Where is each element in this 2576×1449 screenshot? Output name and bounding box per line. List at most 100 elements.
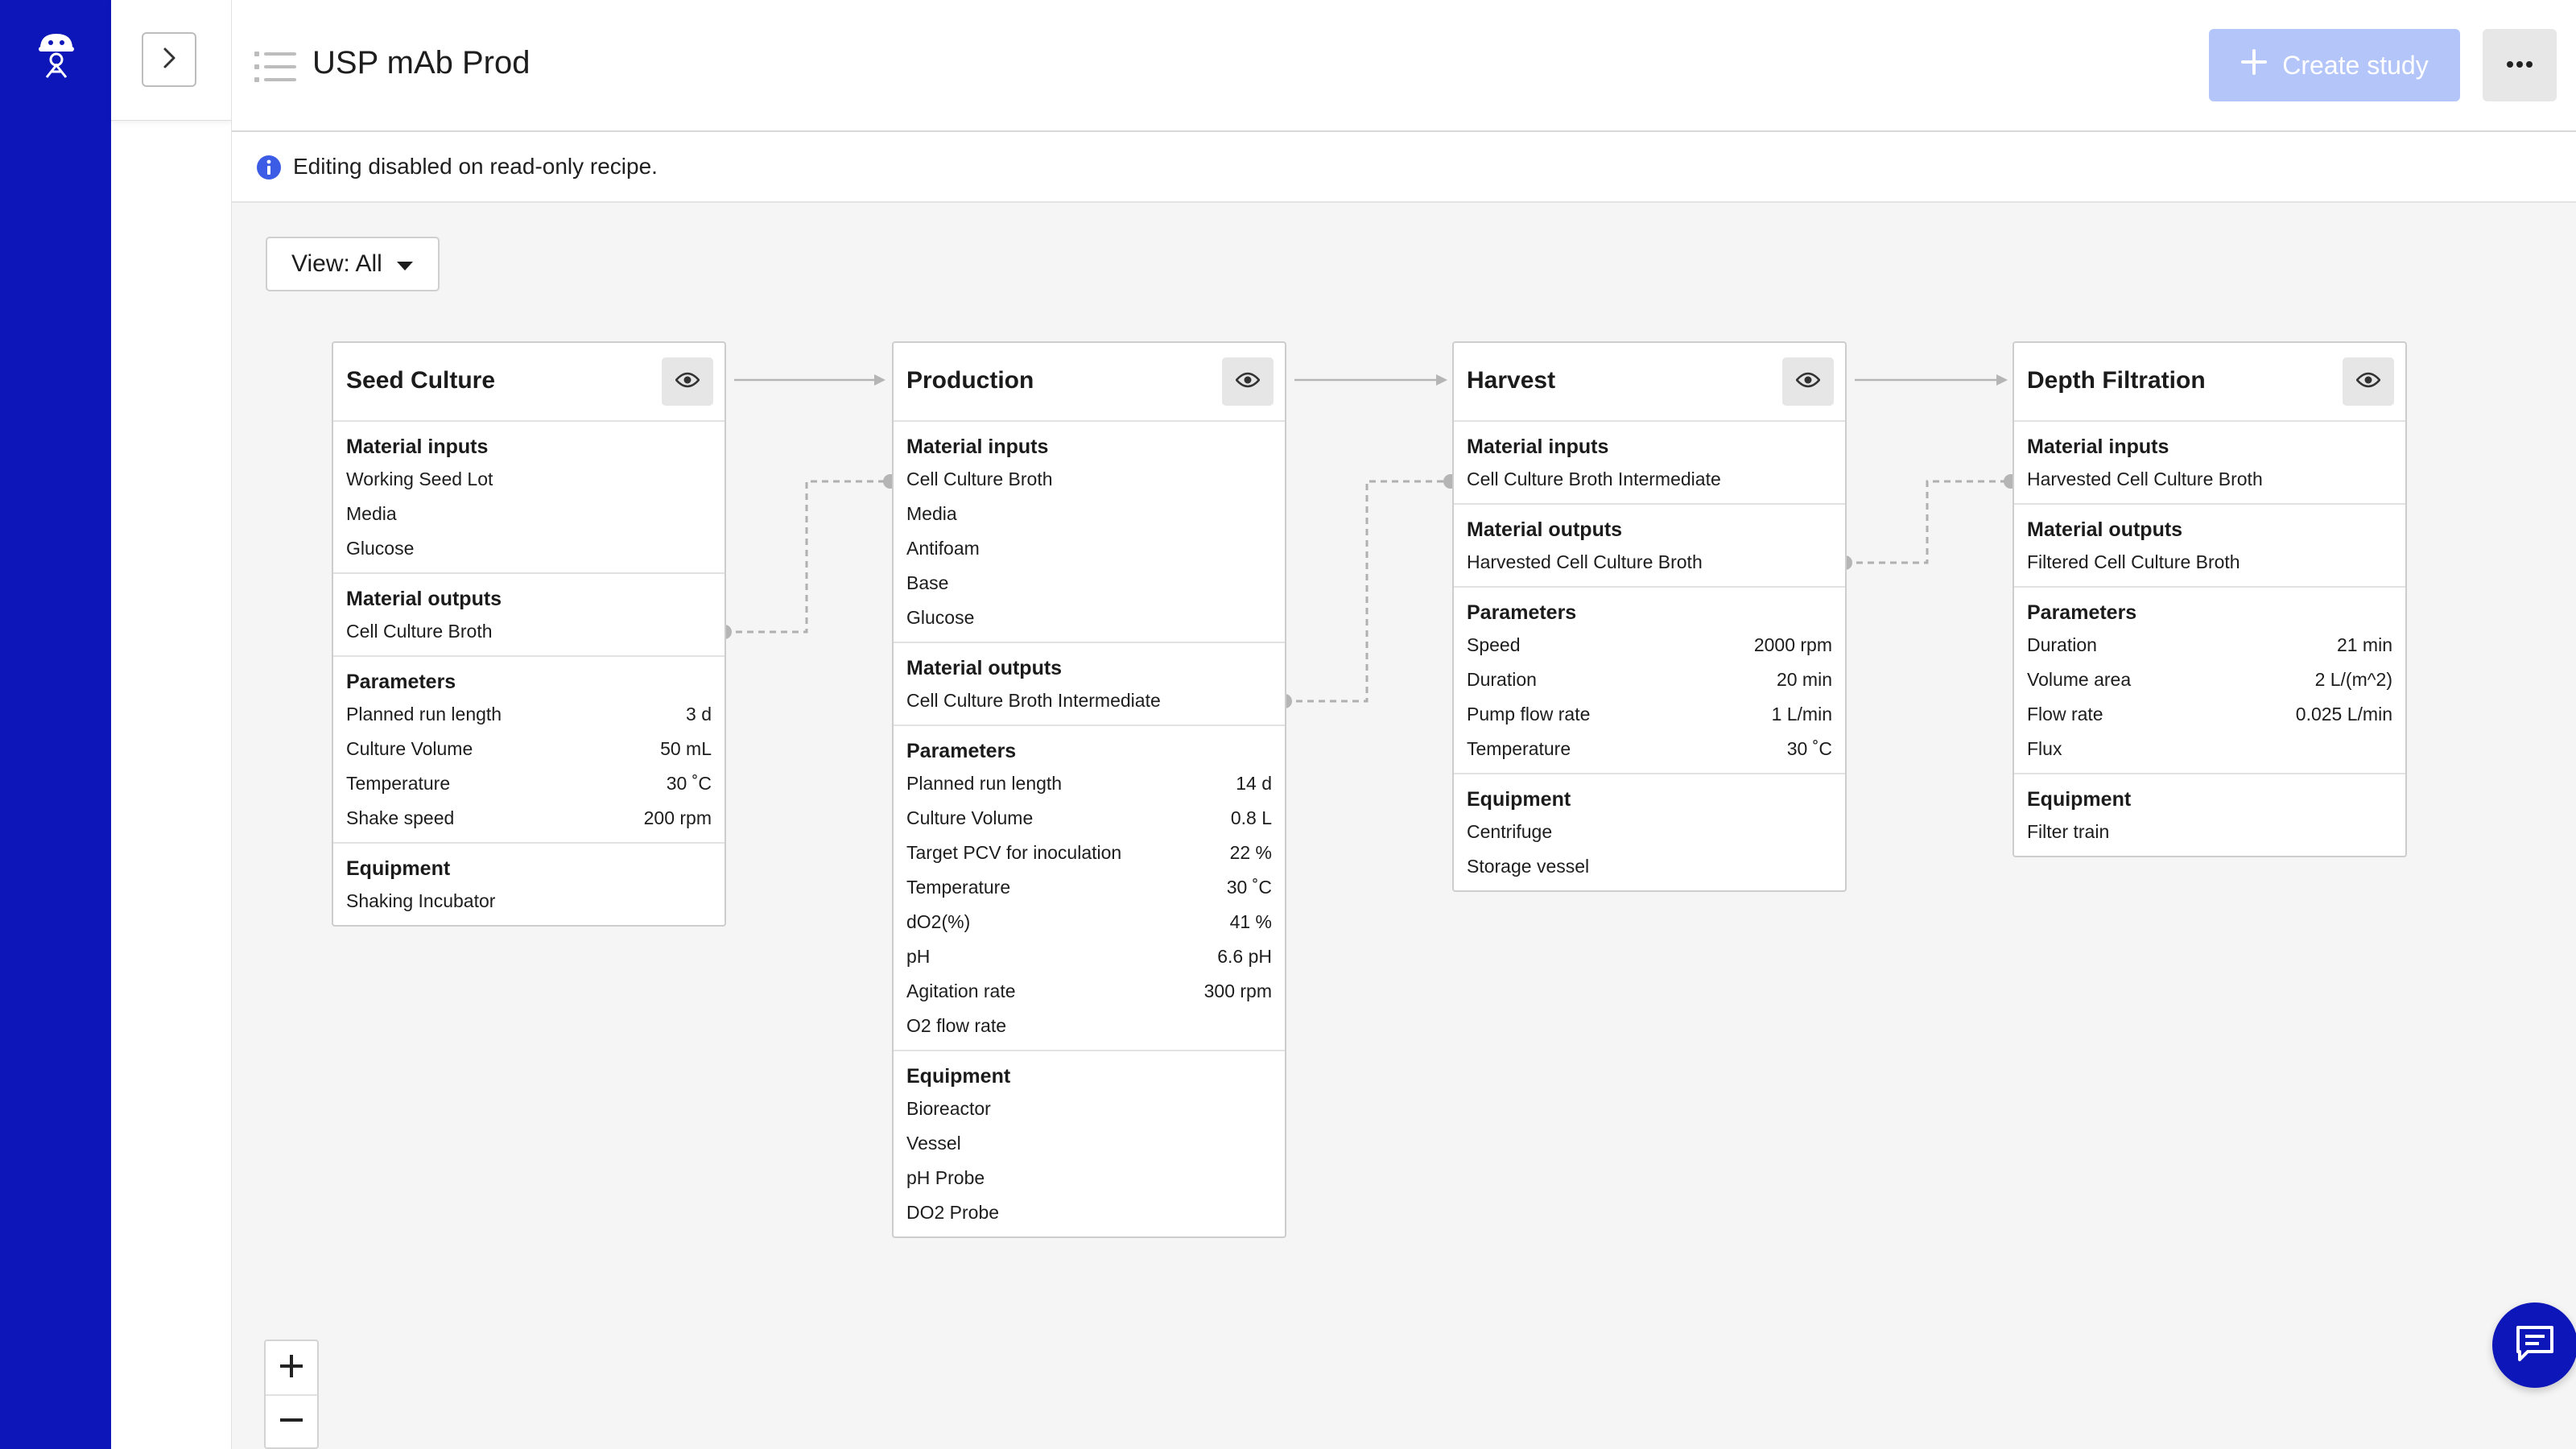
- toggle-visibility-button[interactable]: [662, 357, 713, 406]
- row-label: Duration: [1467, 669, 1537, 690]
- list-item: Media: [906, 497, 1272, 531]
- list-item: Temperature 30 ˚C: [1467, 732, 1832, 766]
- section-title: Equipment: [2027, 788, 2132, 811]
- list-item: Agitation rate 300 rpm: [906, 974, 1272, 1009]
- row-label: DO2 Probe: [906, 1202, 1000, 1223]
- row-label: Flow rate: [2027, 704, 2103, 724]
- toggle-visibility-button[interactable]: [2343, 357, 2394, 406]
- row-label: Harvested Cell Culture Broth: [1467, 551, 1703, 572]
- eye-icon: [1795, 372, 1821, 392]
- card-header: Production: [894, 343, 1285, 422]
- list-icon[interactable]: [254, 50, 296, 84]
- row-label: Volume area: [2027, 669, 2132, 690]
- toggle-visibility-button[interactable]: [1222, 357, 1274, 406]
- row-label: Culture Volume: [906, 807, 1034, 828]
- read-only-banner: Editing disabled on read-only recipe.: [232, 132, 2576, 203]
- row-label: Glucose: [346, 538, 415, 559]
- row-value: 200 rpm: [643, 807, 712, 828]
- row-label: Cell Culture Broth: [346, 621, 493, 642]
- list-item: Cell Culture Broth Intermediate: [906, 683, 1272, 718]
- section-equipment: Equipment Shaking Incubator: [333, 844, 724, 925]
- section-material-outputs: Material outputs Filtered Cell Culture B…: [2014, 505, 2405, 588]
- list-item: Target PCV for inoculation 22 %: [906, 836, 1272, 870]
- section-equipment: Equipment Centrifuge Storage vessel: [1454, 774, 1845, 890]
- plus-icon: [279, 1353, 304, 1383]
- row-value: 30 ˚C: [666, 773, 712, 794]
- row-value: 41 %: [1229, 911, 1272, 932]
- section-title: Material outputs: [2027, 518, 2183, 541]
- list-item: Working Seed Lot: [346, 462, 712, 497]
- list-item: Centrifuge: [1467, 815, 1832, 849]
- card-title: Seed Culture: [346, 367, 496, 394]
- minus-icon: [279, 1407, 304, 1437]
- list-item: pH Probe: [906, 1161, 1272, 1195]
- row-value: 3 d: [686, 704, 712, 724]
- card-header: Depth Filtration: [2014, 343, 2405, 422]
- create-study-button[interactable]: Create study: [2209, 29, 2460, 101]
- row-value: 30 ˚C: [1226, 877, 1272, 898]
- chat-button[interactable]: [2492, 1302, 2576, 1388]
- row-label: Speed: [1467, 634, 1521, 655]
- row-label: Cell Culture Broth Intermediate: [906, 690, 1161, 711]
- list-item: Bioreactor: [906, 1092, 1272, 1126]
- list-item: DO2 Probe: [906, 1195, 1272, 1230]
- card-production[interactable]: Production Material inputs Cell Culture …: [892, 341, 1286, 1238]
- row-label: Temperature: [906, 877, 1011, 898]
- card-seed-culture[interactable]: Seed Culture Material inputs Working See…: [332, 341, 726, 927]
- row-label: Glucose: [906, 607, 975, 628]
- section-title: Material outputs: [1467, 518, 1623, 541]
- row-label: Centrifuge: [1467, 821, 1553, 842]
- card-title: Production: [906, 367, 1034, 394]
- row-label: Temperature: [346, 773, 451, 794]
- row-value: 300 rpm: [1203, 980, 1272, 1001]
- page-title: USP mAb Prod: [312, 45, 530, 80]
- card-harvest[interactable]: Harvest Material inputs Cell Culture Bro…: [1452, 341, 1847, 892]
- eye-icon: [675, 372, 700, 392]
- row-label: Filtered Cell Culture Broth: [2027, 551, 2240, 572]
- section-title: Material inputs: [346, 436, 489, 458]
- card-depth-filtration[interactable]: Depth Filtration Material inputs Harvest…: [2013, 341, 2407, 857]
- list-item: Base: [906, 566, 1272, 601]
- more-options-button[interactable]: [2483, 29, 2557, 101]
- top-bar: USP mAb Prod Create study: [232, 0, 2576, 132]
- list-item: dO2(%) 41 %: [906, 905, 1272, 939]
- row-label: Target PCV for inoculation: [906, 842, 1122, 863]
- toggle-visibility-button[interactable]: [1782, 357, 1834, 406]
- list-item: Harvested Cell Culture Broth: [1467, 545, 1832, 580]
- info-icon: [256, 155, 282, 180]
- row-label: Harvested Cell Culture Broth: [2027, 469, 2263, 489]
- zoom-out-button[interactable]: [266, 1394, 317, 1447]
- list-item: Planned run length 14 d: [906, 766, 1272, 801]
- view-select[interactable]: View: All: [266, 237, 440, 291]
- list-item: Planned run length 3 d: [346, 697, 712, 732]
- section-title: Equipment: [906, 1065, 1011, 1088]
- section-title: Material inputs: [1467, 436, 1609, 458]
- section-title: Parameters: [2027, 601, 2137, 624]
- list-item: Shaking Incubator: [346, 884, 712, 919]
- section-material-inputs: Material inputs Cell Culture Broth Media…: [894, 422, 1285, 643]
- list-item: Cell Culture Broth: [906, 462, 1272, 497]
- list-item: Filter train: [2027, 815, 2392, 849]
- zoom-in-button[interactable]: [266, 1341, 317, 1394]
- eye-icon: [1235, 372, 1261, 392]
- list-item: Temperature 30 ˚C: [906, 870, 1272, 905]
- list-item: Glucose: [346, 531, 712, 566]
- row-label: Agitation rate: [906, 980, 1016, 1001]
- list-item: Media: [346, 497, 712, 531]
- row-label: O2 flow rate: [906, 1015, 1006, 1036]
- section-material-inputs: Material inputs Working Seed Lot Media G…: [333, 422, 724, 574]
- list-item: Duration 21 min: [2027, 628, 2392, 663]
- section-title: Parameters: [1467, 601, 1577, 624]
- row-label: Shaking Incubator: [346, 890, 496, 911]
- row-label: Media: [906, 503, 957, 524]
- section-title: Equipment: [1467, 788, 1571, 811]
- robot-logo-icon[interactable]: [35, 31, 77, 79]
- row-label: Antifoam: [906, 538, 980, 559]
- expand-panel-button[interactable]: [142, 32, 196, 87]
- row-value: 6.6 pH: [1217, 946, 1272, 967]
- card-header: Harvest: [1454, 343, 1845, 422]
- row-value: 0.025 L/min: [2295, 704, 2392, 724]
- section-title: Equipment: [346, 857, 451, 880]
- row-value: 0.8 L: [1230, 807, 1272, 828]
- section-material-outputs: Material outputs Harvested Cell Culture …: [1454, 505, 1845, 588]
